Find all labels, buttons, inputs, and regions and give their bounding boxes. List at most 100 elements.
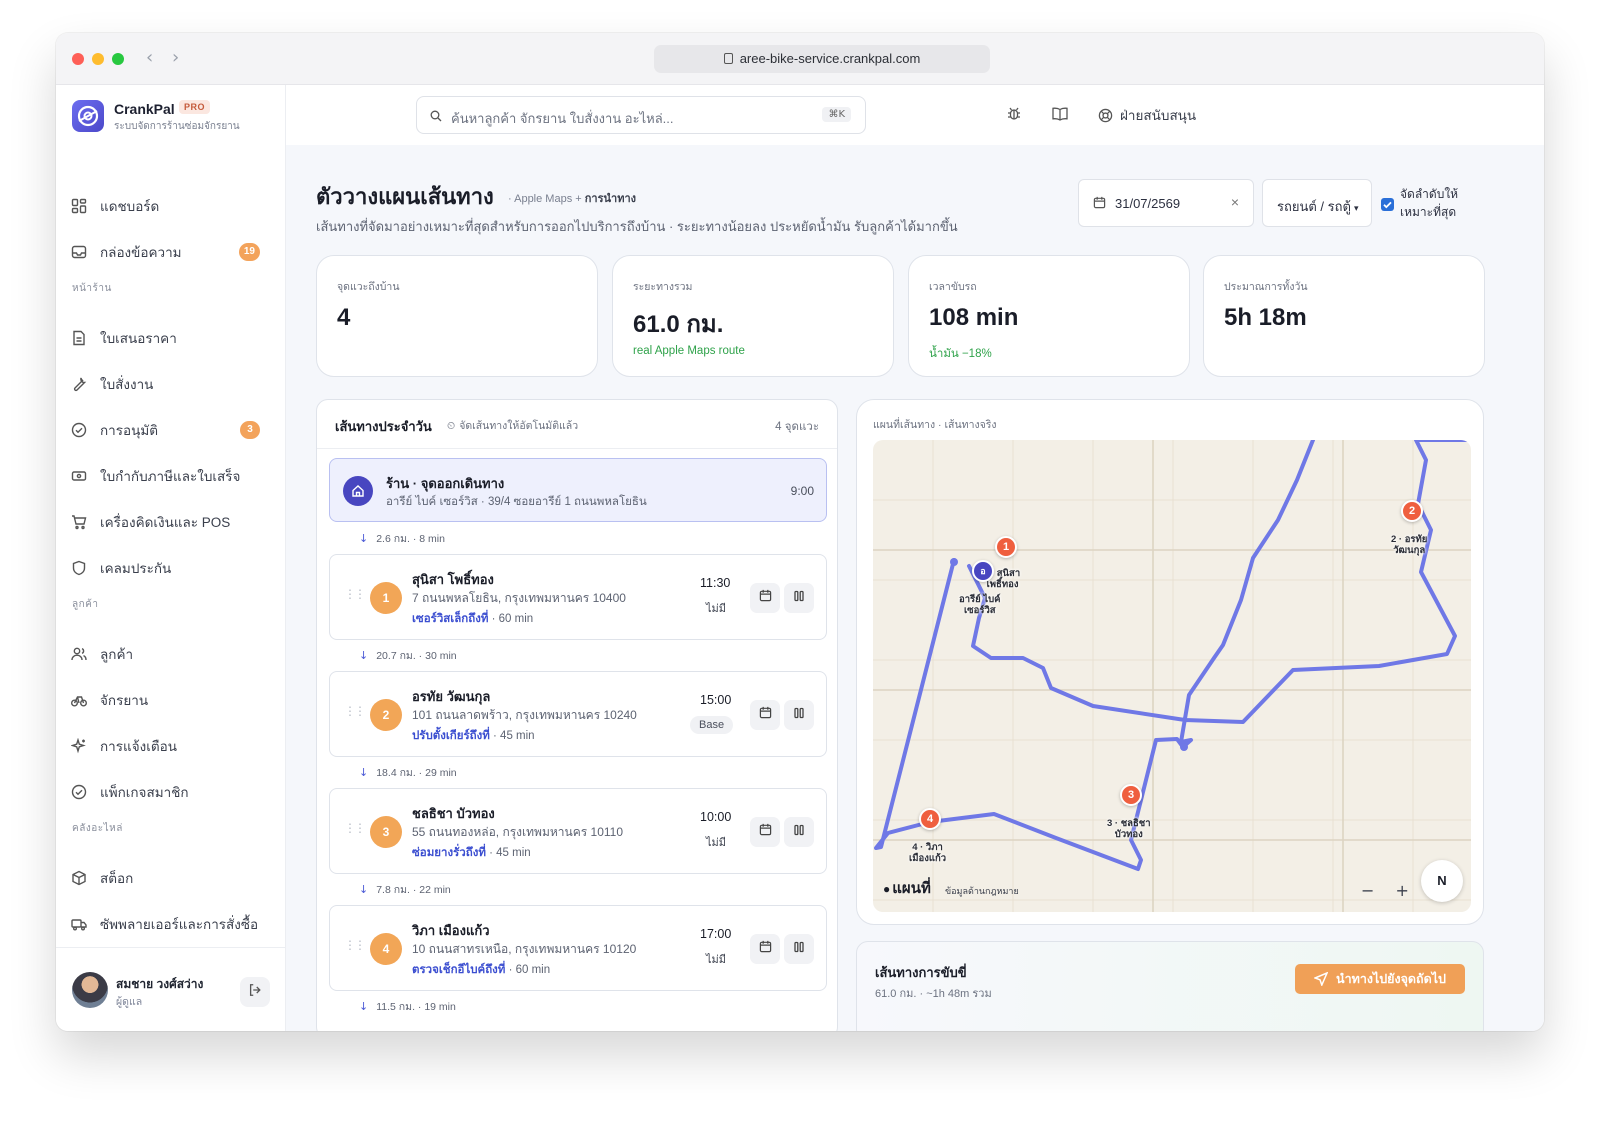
sidebar-item-notifications[interactable]: การแจ้งเตือน — [70, 729, 272, 763]
pause-button[interactable] — [784, 817, 814, 847]
maps-brand-text: แผนที่ — [892, 880, 931, 897]
reschedule-button[interactable] — [750, 934, 780, 964]
base-time: 9:00 — [790, 484, 814, 498]
map-pin-1[interactable]: 1 — [995, 536, 1017, 558]
stop-time: 15:00 — [700, 693, 732, 707]
map-pin-label: อารีย์ ไบค์ เซอร์วิส — [959, 594, 1001, 616]
service-name: เซอร์วิสเล็กถึงที่ — [412, 613, 489, 625]
zoom-controls[interactable]: − + — [1361, 881, 1417, 900]
stat-value: 4 — [337, 304, 351, 331]
legal-link[interactable]: ข้อมูลด้านกฎหมาย — [945, 884, 1019, 898]
service-duration: · 60 min — [491, 613, 534, 625]
back-arrow-icon[interactable]: ‹ — [146, 47, 153, 68]
optimize-checkbox[interactable] — [1381, 198, 1394, 211]
sidebar-item-customers[interactable]: ลูกค้า — [70, 637, 272, 671]
wrench-icon — [70, 375, 88, 393]
drag-handle-icon[interactable]: ⋮⋮ — [344, 938, 366, 952]
page-icon — [723, 53, 733, 64]
sidebar-item-bikes[interactable]: จักรยาน — [70, 683, 272, 717]
minimize-window-button[interactable] — [92, 53, 104, 65]
sidebar-item-work-orders[interactable]: ใบสั่งงาน — [70, 367, 272, 401]
stop-number: 4 — [370, 933, 402, 965]
sidebar-item-quotes[interactable]: ใบเสนอราคา — [70, 321, 272, 355]
bug-report-icon[interactable] — [1004, 104, 1024, 124]
sidebar-item-inbox[interactable]: กล่องข้อความ 19 — [70, 235, 272, 269]
stop-service: ซ่อมยางรั่วถึงที่ · 45 min — [412, 844, 531, 862]
calendar-icon — [759, 589, 772, 607]
map-pin-2[interactable]: 2 — [1401, 500, 1423, 522]
route-stop[interactable]: ⋮⋮ 1 สุนิสา โพธิ์ทอง 7 ถนนพหลโยธิน, กรุง… — [329, 554, 827, 640]
sidebar-item-dashboard[interactable]: แดชบอร์ด — [70, 189, 272, 223]
stop-number: 1 — [370, 582, 402, 614]
browser-window: ‹ › aree-bike-service.crankpal.com Crank… — [56, 33, 1544, 1031]
stop-status: ไม่มี — [706, 954, 727, 966]
sidebar-item-label: จักรยาน — [100, 693, 149, 708]
reschedule-button[interactable] — [750, 583, 780, 613]
drive-title: เส้นทางการขับขี่ — [875, 965, 967, 980]
truck-icon — [70, 915, 88, 933]
map-pin-3[interactable]: 3 — [1120, 784, 1142, 806]
pro-badge: PRO — [179, 100, 211, 114]
route-waypoint — [950, 558, 958, 566]
stop-time: 11:30 — [700, 576, 731, 590]
base-address: อารีย์ ไบค์ เซอร์วิส · 39/4 ซอยอารีย์ 1 … — [386, 496, 647, 508]
sparkle-icon — [70, 737, 88, 755]
clear-date-button[interactable]: × — [1231, 194, 1239, 210]
navigate-next-stop-button[interactable]: นำทางไปยังจุดถัดไป — [1295, 964, 1465, 994]
drag-handle-icon[interactable]: ⋮⋮ — [344, 704, 366, 718]
optimize-label[interactable]: จัดลำดับให้เหมาะที่สุด — [1400, 185, 1470, 221]
stop-time: 17:00 — [700, 927, 732, 941]
page-title-sub-text: · Apple Maps + — [508, 193, 585, 205]
sidebar-item-label: เคลมประกัน — [100, 561, 172, 576]
approvals-count-badge: 3 — [240, 421, 260, 439]
brand-name: CrankPal — [114, 101, 175, 117]
map-pin-label: 3 · ชลธิชา บัวทอง — [1107, 818, 1151, 840]
sidebar-item-approvals[interactable]: การอนุมัติ 3 — [70, 413, 272, 447]
user-name: สมชาย วงศ์สว่าง — [116, 977, 204, 991]
pause-button[interactable] — [784, 934, 814, 964]
drag-handle-icon[interactable]: ⋮⋮ — [344, 821, 366, 835]
docs-book-icon[interactable] — [1050, 104, 1070, 124]
pause-icon — [793, 706, 805, 724]
pause-button[interactable] — [784, 700, 814, 730]
compass-icon[interactable]: N — [1421, 860, 1463, 902]
support-link[interactable]: ฝ่ายสนับสนุน — [1098, 104, 1196, 126]
service-name: ซ่อมยางรั่วถึงที่ — [412, 847, 486, 859]
route-stop[interactable]: ⋮⋮ 2 อรทัย วัฒนกุล 101 ถนนลาดพร้าว, กรุง… — [329, 671, 827, 757]
search-input[interactable]: ค้นหาลูกค้า จักรยาน ใบสั่งงาน อะไหล่... … — [416, 96, 866, 134]
close-window-button[interactable] — [72, 53, 84, 65]
sidebar-item-memberships[interactable]: แพ็กเกจสมาชิก — [70, 775, 272, 809]
forward-arrow-icon[interactable]: › — [172, 47, 179, 68]
drag-handle-icon[interactable]: ⋮⋮ — [344, 587, 366, 601]
date-picker[interactable]: 31/07/2569 × — [1078, 179, 1254, 227]
reschedule-button[interactable] — [750, 817, 780, 847]
map-pin-base[interactable]: อ — [972, 560, 994, 582]
page-title-sub-bold: การนำทาง — [584, 193, 636, 205]
top-bar: ค้นหาลูกค้า จักรยาน ใบสั่งงาน อะไหล่... … — [286, 85, 1544, 145]
maximize-window-button[interactable] — [112, 53, 124, 65]
route-polyline — [913, 440, 1333, 912]
sidebar-item-pos[interactable]: เครื่องคิดเงินและ POS — [70, 505, 272, 539]
route-stop[interactable]: ⋮⋮ 4 วิภา เมืองแก้ว 10 ถนนสาทรเหนือ, กรุ… — [329, 905, 827, 991]
address-bar[interactable]: aree-bike-service.crankpal.com — [654, 45, 990, 73]
stop-number: 3 — [370, 816, 402, 848]
receipt-icon — [70, 467, 88, 485]
leg-text: 18.4 กม. · 29 min — [376, 767, 457, 779]
reschedule-button[interactable] — [750, 700, 780, 730]
stop-address: 101 ถนนลาดพร้าว, กรุงเทพมหานคร 10240 — [412, 708, 637, 722]
route-base-stop[interactable]: ร้าน · จุดออกเดินทาง อารีย์ ไบค์ เซอร์วิ… — [329, 458, 827, 522]
vehicle-select[interactable]: รถยนต์ / รถตู้ ▾ — [1262, 179, 1372, 227]
route-stop[interactable]: ⋮⋮ 3 ชลธิชา บัวทอง 55 ถนนทองหล่อ, กรุงเท… — [329, 788, 827, 874]
sidebar-item-stock[interactable]: สต็อก — [70, 861, 272, 895]
logout-button[interactable] — [240, 977, 270, 1007]
check-circle-icon — [70, 421, 88, 439]
sidebar-item-suppliers[interactable]: ซัพพลายเออร์และการสั่งซื้อ — [70, 907, 272, 941]
avatar[interactable] — [72, 972, 108, 1008]
map-pin-4[interactable]: 4 — [919, 808, 941, 830]
sidebar-item-warranty[interactable]: เคลมประกัน — [70, 551, 272, 585]
stop-service: ตรวจเช็กอีไบค์ถึงที่ · 60 min — [412, 961, 550, 979]
pause-button[interactable] — [784, 583, 814, 613]
route-map[interactable]: 1 1 · สุนิสา โพธิ์ทอง อ อารีย์ ไบค์ เซอร… — [873, 440, 1471, 912]
crankpal-logo-icon — [72, 100, 104, 132]
sidebar-item-invoices[interactable]: ใบกำกับภาษีและใบเสร็จ — [70, 459, 272, 493]
